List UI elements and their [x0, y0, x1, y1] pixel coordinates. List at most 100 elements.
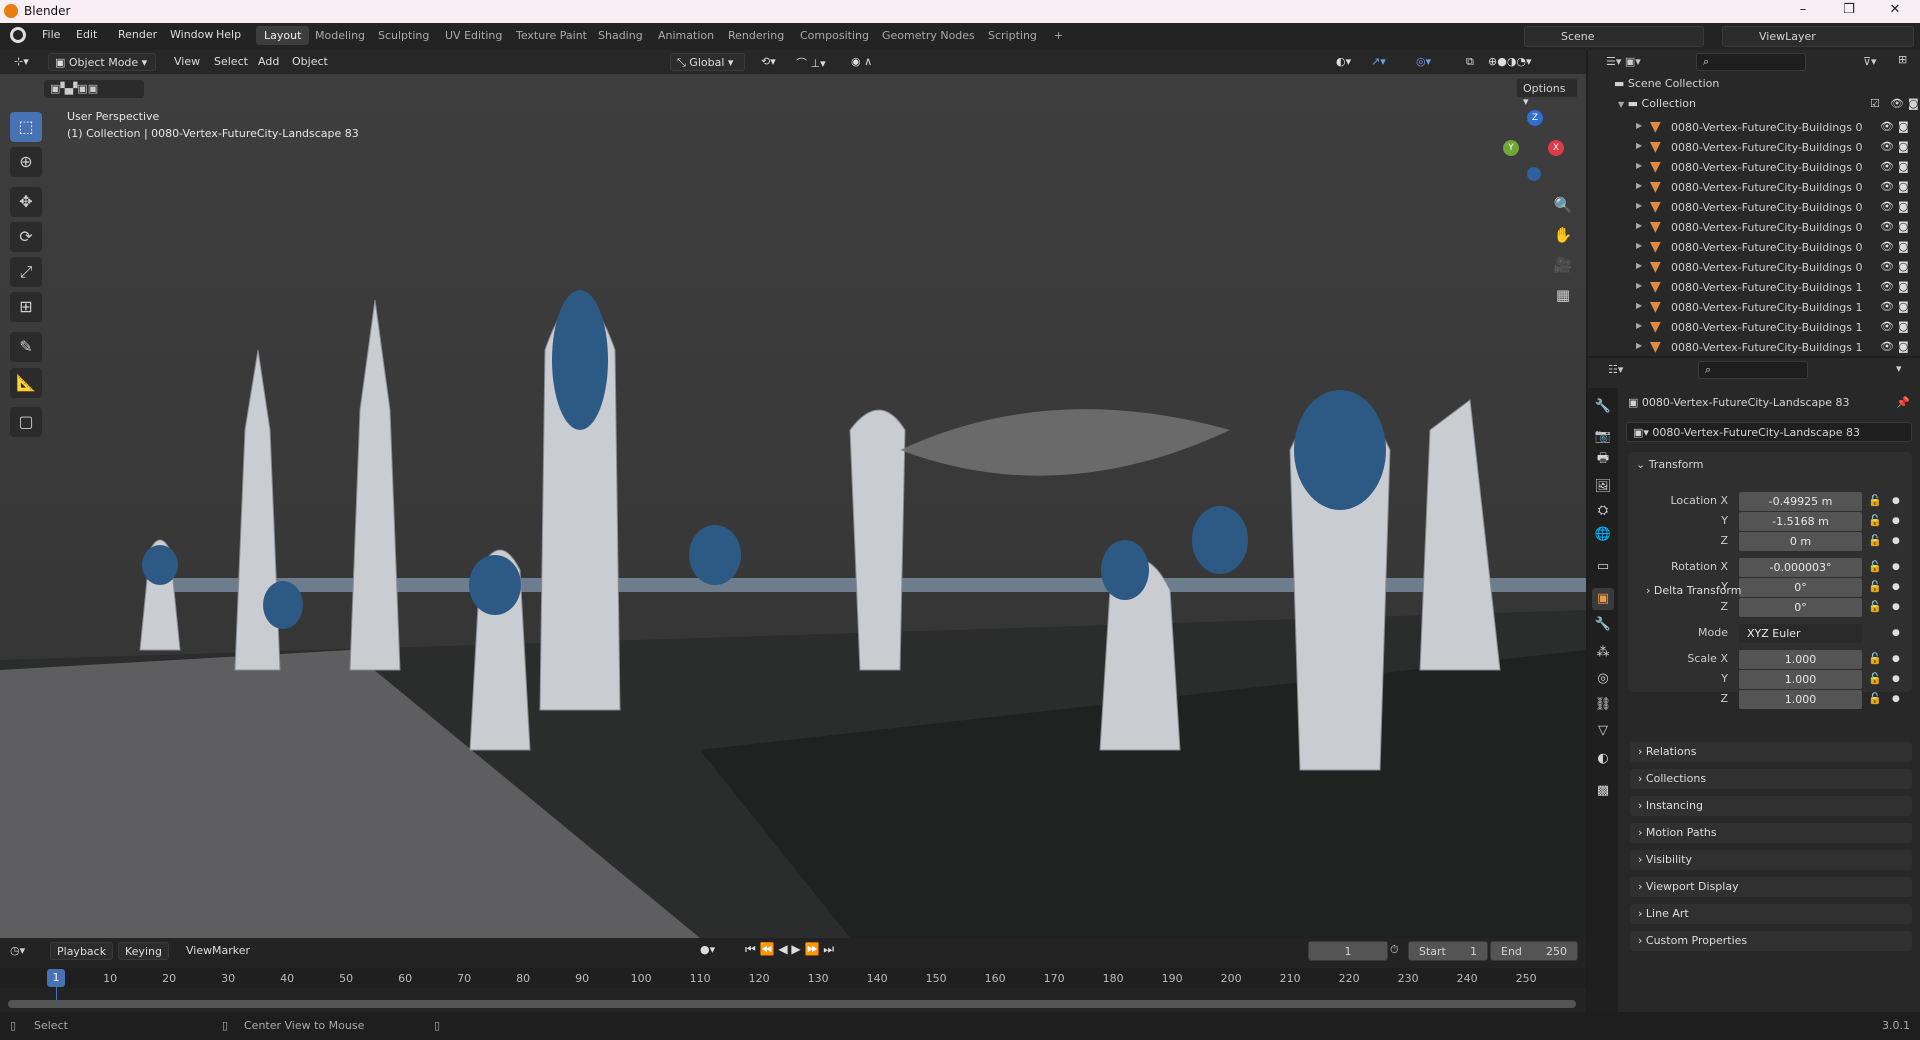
camera-render-icon[interactable]: ◙ [1898, 280, 1909, 293]
select-box-tool-icon[interactable]: ⬚ [10, 112, 42, 142]
rotate-tool-icon[interactable]: ⟳ [10, 222, 42, 252]
tab-texture-paint[interactable]: Texture Paint [508, 26, 595, 45]
playback-controls[interactable]: ⏮ ⏪ ◀ ▶ ⏩ ⏭ [745, 942, 834, 957]
keyframe-dot-icon[interactable]: ● [1892, 628, 1900, 638]
timeline-menu-marker[interactable]: Marker [206, 942, 256, 960]
navigation-gizmo[interactable]: Z X Y [1500, 105, 1570, 185]
outliner-item[interactable]: ▶ ▼ 0080-Vertex-FutureCity-Buildings 1 👁 ◙ [1588, 298, 1920, 318]
tab-uv-editing[interactable]: UV Editing [437, 26, 510, 45]
transform-value-field[interactable]: -0.49925 m [1739, 492, 1862, 511]
menu-window[interactable]: Window [170, 28, 213, 41]
outliner-item[interactable]: ▶ ▼ 0080-Vertex-FutureCity-Buildings 1 👁 ◙ [1588, 338, 1920, 358]
outliner-item[interactable]: ▶ ▼ 0080-Vertex-FutureCity-Buildings 0 👁 ◙ [1588, 158, 1920, 178]
unlock-icon[interactable]: 🔓 [1868, 580, 1882, 593]
measure-tool-icon[interactable]: 📐 [10, 368, 42, 398]
material-tab-icon[interactable]: ◐ [1592, 748, 1614, 770]
eye-icon[interactable]: 👁 [1880, 280, 1894, 293]
camera-render-icon[interactable]: ◙ [1898, 240, 1909, 253]
timeline-menu-playback[interactable]: Playback [50, 942, 114, 960]
scene-collection-row[interactable]: ▬ Scene Collection [1614, 77, 1719, 90]
outliner-search-input[interactable]: ⌕ [1696, 53, 1806, 71]
panel-instancing[interactable]: › Instancing [1630, 796, 1912, 816]
mode-dropdown[interactable]: ▣ Object Mode ▾ [48, 53, 156, 71]
collection-checkbox[interactable]: ☑ [1870, 97, 1880, 110]
eye-icon[interactable]: 👁 [1880, 180, 1894, 193]
expand-arrow-icon[interactable]: ▶ [1636, 341, 1642, 350]
scale-tool-icon[interactable]: ⤢ [10, 257, 42, 287]
cursor-tool-icon[interactable]: ⊕ [10, 147, 42, 177]
keyframe-dot-icon[interactable]: ● [1892, 602, 1900, 612]
blender-menu-icon[interactable] [10, 27, 26, 43]
keyframe-dot-icon[interactable]: ● [1892, 674, 1900, 684]
grid-perspective-icon[interactable]: ▦ [1550, 282, 1576, 308]
expand-arrow-icon[interactable]: ▶ [1636, 141, 1642, 150]
shading-modes-icon[interactable]: ⊕●◑◔▾ [1482, 53, 1538, 71]
pivot-icon[interactable]: ⟲▾ [755, 53, 782, 71]
unlock-icon[interactable]: 🔓 [1868, 514, 1882, 527]
move-tool-icon[interactable]: ✥ [10, 187, 42, 217]
camera-render-icon[interactable]: ◙ [1898, 320, 1909, 333]
expand-arrow-icon[interactable]: ▶ [1636, 241, 1642, 250]
pin-icon[interactable]: 📌 [1896, 396, 1910, 409]
maximize-button[interactable]: ❐ [1834, 2, 1864, 17]
panel-viewport-display[interactable]: › Viewport Display [1630, 877, 1912, 897]
viewport-menu-add[interactable]: Add [252, 53, 285, 71]
transform-orientation-dropdown[interactable]: ⤡ Global ▾ [670, 53, 745, 71]
expand-arrow-icon[interactable]: ▶ [1636, 281, 1642, 290]
keyframe-dot-icon[interactable]: ● [1892, 654, 1900, 664]
expand-arrow-icon[interactable]: ▶ [1636, 321, 1642, 330]
camera-render-icon[interactable]: ◙ [1898, 220, 1909, 233]
outliner-item[interactable]: ▶ ▼ 0080-Vertex-FutureCity-Buildings 0 👁 ◙ [1588, 138, 1920, 158]
keyframe-dot-icon[interactable]: ● [1892, 562, 1900, 572]
eye-icon[interactable]: 👁 [1880, 220, 1894, 233]
visibility-icon[interactable]: ◐▾ [1330, 53, 1357, 71]
outliner-item[interactable]: ▶ ▼ 0080-Vertex-FutureCity-Buildings 1 👁 ◙ [1588, 278, 1920, 298]
render-tab-icon[interactable]: 📷 [1592, 426, 1614, 448]
outliner-item[interactable]: ▶ ▼ 0080-Vertex-FutureCity-Buildings 0 👁 ◙ [1588, 178, 1920, 198]
outliner-item[interactable]: ▶ ▼ 0080-Vertex-FutureCity-Buildings 0 👁 ◙ [1588, 238, 1920, 258]
eye-icon[interactable]: 👁 [1880, 140, 1894, 153]
unlock-icon[interactable]: 🔓 [1868, 692, 1882, 705]
expand-arrow-icon[interactable]: ▶ [1636, 181, 1642, 190]
close-button[interactable]: ✕ [1880, 2, 1910, 17]
eye-icon[interactable]: 👁 [1880, 300, 1894, 313]
playhead[interactable]: 1 [47, 969, 65, 987]
camera-render-icon[interactable]: ◙ [1898, 180, 1909, 193]
unlock-icon[interactable]: 🔓 [1868, 672, 1882, 685]
options-dropdown[interactable]: Options ▾ [1516, 78, 1578, 108]
transform-value-field[interactable]: 1.000 [1739, 670, 1862, 689]
current-frame-field[interactable]: 1 [1308, 941, 1388, 961]
editor-type-button[interactable]: ⊹▾ [8, 53, 35, 71]
transform-value-field[interactable]: 0° [1739, 578, 1862, 597]
panel-visibility[interactable]: › Visibility [1630, 850, 1912, 870]
tab--[interactable]: + [1046, 26, 1071, 45]
outliner-item[interactable]: ▶ ▼ 0080-Vertex-FutureCity-Buildings 0 👁 ◙ [1588, 258, 1920, 278]
eye-icon[interactable]: 👁 [1890, 97, 1904, 110]
expand-arrow-icon[interactable]: ▶ [1636, 161, 1642, 170]
tab-sculpting[interactable]: Sculpting [370, 26, 437, 45]
data-tab-icon[interactable]: ▽ [1592, 720, 1614, 742]
tab-modeling[interactable]: Modeling [307, 26, 373, 45]
eye-icon[interactable]: 👁 [1880, 260, 1894, 273]
snap-icon[interactable]: ⌒ ⊥▾ [790, 53, 832, 71]
expand-arrow-icon[interactable]: ▶ [1636, 301, 1642, 310]
expand-arrow-icon[interactable]: ▶ [1636, 121, 1642, 130]
overlay-toggle-icon[interactable]: ◎▾ [1410, 53, 1437, 71]
outliner-item[interactable]: ▶ ▼ 0080-Vertex-FutureCity-Buildings 0 👁 ◙ [1588, 218, 1920, 238]
object-name-field[interactable]: ▣▾ 0080-Vertex-FutureCity-Landscape 83 [1626, 422, 1912, 442]
menu-render[interactable]: Render [118, 28, 157, 41]
outliner-item[interactable]: ▶ ▼ 0080-Vertex-FutureCity-Buildings 0 👁 ◙ [1588, 118, 1920, 138]
unlock-icon[interactable]: 🔓 [1868, 600, 1882, 613]
unlock-icon[interactable]: 🔓 [1868, 560, 1882, 573]
expand-arrow-icon[interactable]: ▶ [1636, 201, 1642, 210]
keyframe-dot-icon[interactable]: ● [1892, 582, 1900, 592]
viewport-menu-object[interactable]: Object [286, 53, 334, 71]
gizmo-toggle-icon[interactable]: ↗▾ [1365, 53, 1392, 71]
rotation-mode-dropdown[interactable]: XYZ Euler [1739, 624, 1862, 643]
transform-value-field[interactable]: 0° [1739, 598, 1862, 617]
stopwatch-icon[interactable]: ⏱ [1390, 943, 1399, 957]
properties-search-input[interactable]: ⌕ [1698, 361, 1808, 379]
camera-render-icon[interactable]: ◙ [1898, 300, 1909, 313]
transform-header[interactable]: ⌄ Transform [1636, 458, 1703, 471]
menu-help[interactable]: Help [216, 28, 241, 41]
